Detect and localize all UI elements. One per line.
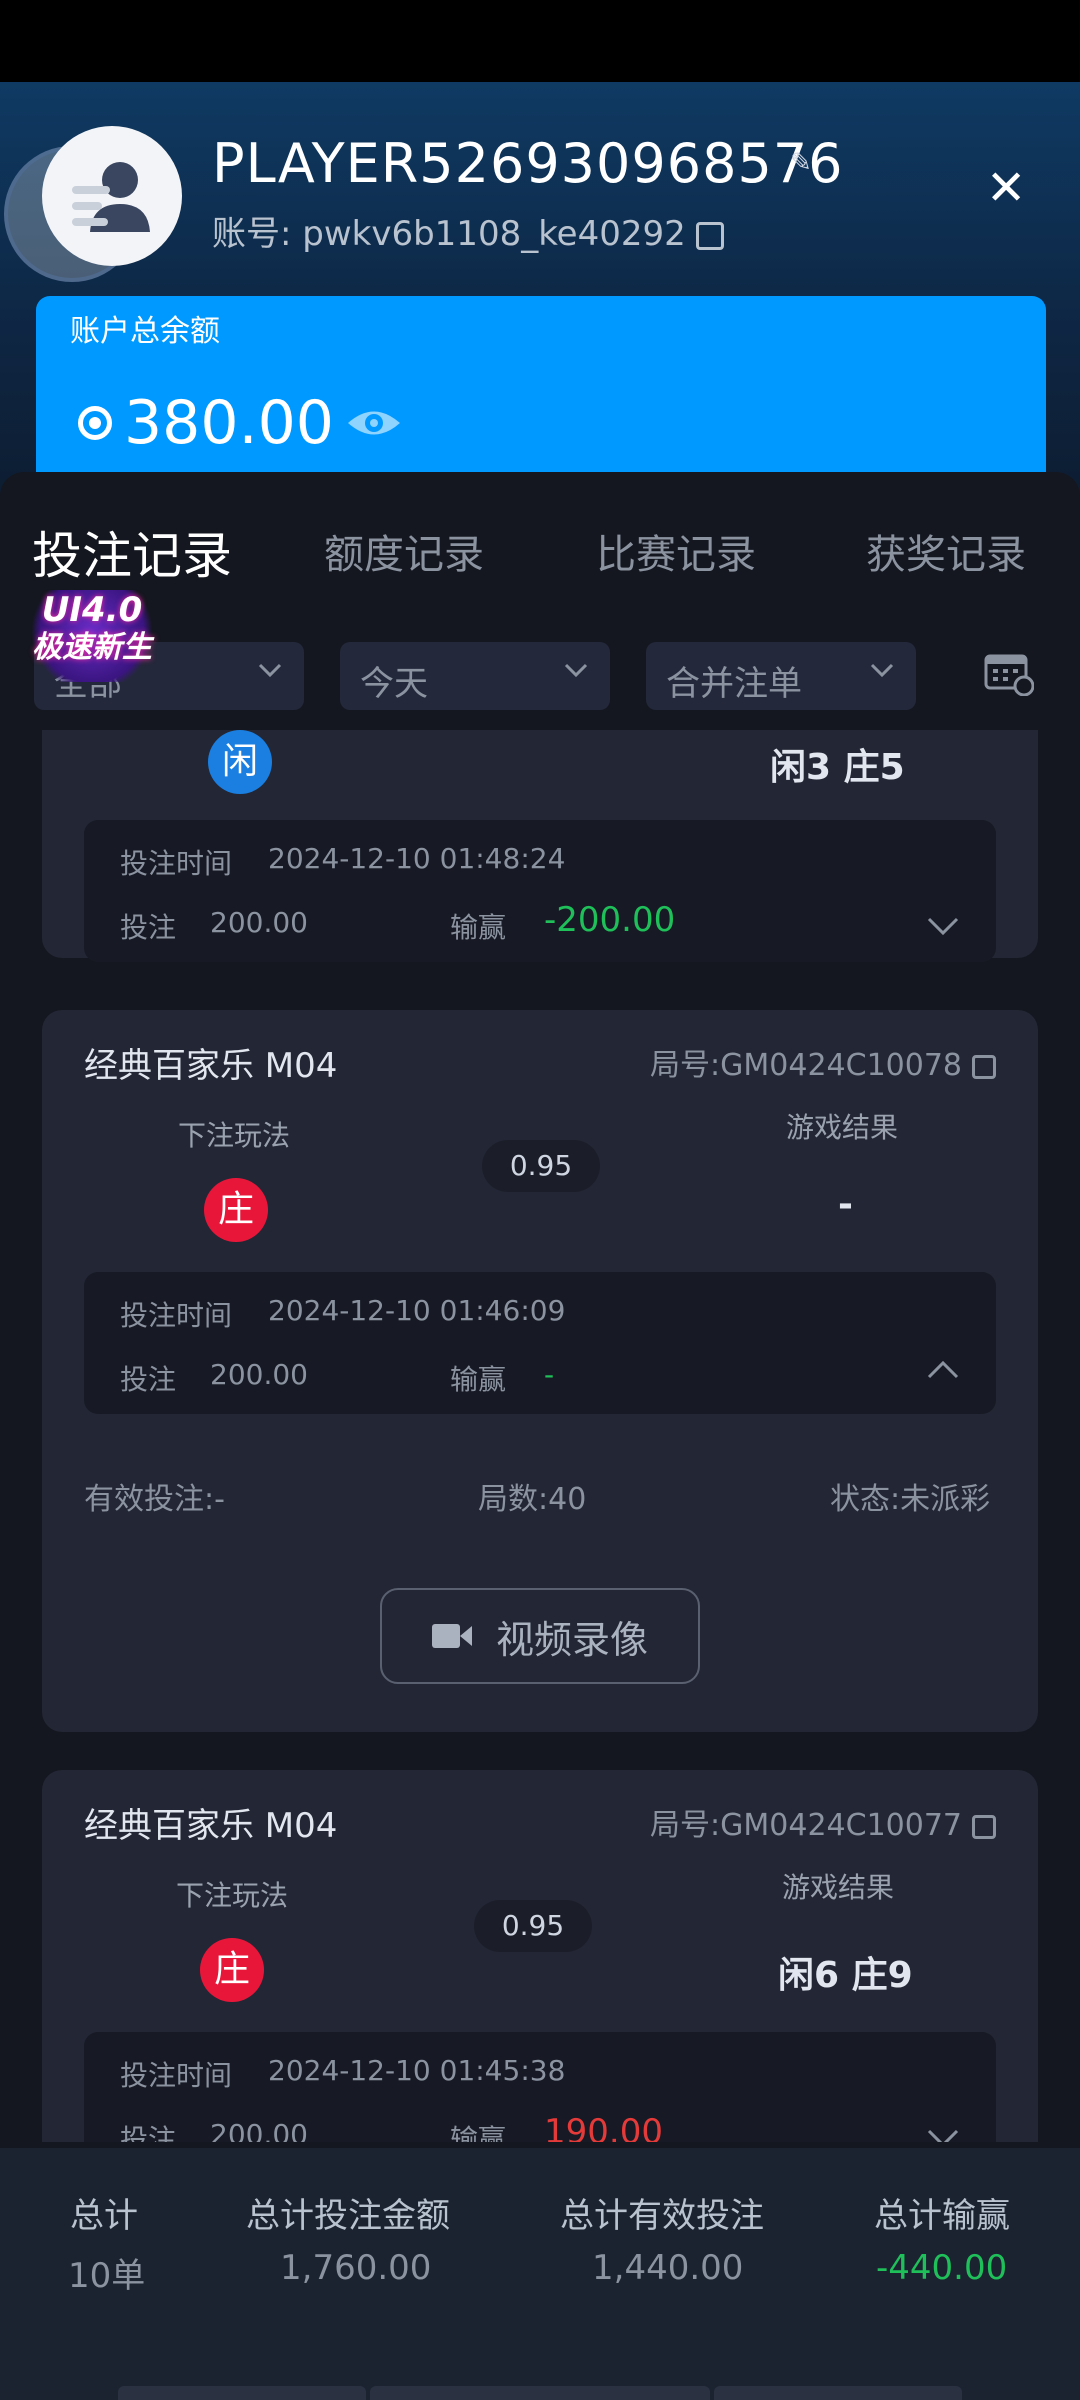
records-panel: 投注记录 额度记录 比赛记录 获奖记录 全部 今天 合并注单 UI4.0 极速新… xyxy=(0,472,1080,2400)
bet-time: 2024-12-10 01:46:09 xyxy=(268,1294,566,1327)
logo-line1: UI4.0 xyxy=(41,590,143,630)
eye-icon[interactable] xyxy=(346,406,402,440)
account-id: 账号: pwkv6b1108_ke40292 xyxy=(212,206,724,255)
logo-line2: 极速新生 xyxy=(32,630,152,665)
bottom-nav-segment xyxy=(370,2386,710,2400)
balance-card: 账户总余额 380.00 xyxy=(36,296,1046,496)
player-name: PLAYER526930968576 xyxy=(212,132,844,195)
filter-merge-label: 合并注单 xyxy=(666,664,802,704)
copy-icon[interactable] xyxy=(972,1054,996,1079)
chevron-down-icon[interactable] xyxy=(926,914,960,938)
tab-bet-records[interactable]: 投注记录 xyxy=(32,516,232,588)
game-result: 闲6 庄9 xyxy=(778,1955,913,1996)
edit-icon[interactable]: ✎ xyxy=(790,148,818,178)
bet-amount: 200.00 xyxy=(210,906,308,939)
play-label: 下注玩法 xyxy=(178,1119,291,1152)
close-button[interactable]: ✕ xyxy=(986,164,1026,212)
time-label: 投注时间 xyxy=(120,847,233,880)
round-number: 局号:GM0424C10077 xyxy=(650,1800,996,1844)
result-label: 游戏结果 xyxy=(786,1111,899,1144)
win-label: 输赢 xyxy=(450,911,507,944)
banker-badge: 庄 xyxy=(200,1938,264,2002)
chevron-down-icon xyxy=(870,663,894,678)
avatar[interactable] xyxy=(42,126,182,266)
odds-value: 0.95 xyxy=(474,1900,592,1952)
game-result: 闲3 庄5 xyxy=(770,747,905,788)
video-button[interactable]: 视频录像 xyxy=(380,1588,700,1684)
game-name: 经典百家乐 M04 xyxy=(84,1046,338,1086)
status-bar xyxy=(0,0,1080,82)
win-amount: -200.00 xyxy=(544,900,676,940)
summary-header-bet: 总计投注金额 xyxy=(246,2196,450,2236)
balance-label: 账户总余额 xyxy=(70,314,220,349)
bet-detail[interactable]: 投注时间 2024-12-10 01:48:24 投注 200.00 输赢 -2… xyxy=(84,820,996,962)
time-label: 投注时间 xyxy=(120,1299,233,1332)
video-label: 视频录像 xyxy=(495,1617,648,1662)
account-text: 账号: pwkv6b1108_ke40292 xyxy=(212,214,686,254)
game-result: - xyxy=(838,1184,853,1225)
summary-winloss-total: -440.00 xyxy=(876,2248,1008,2288)
chevron-up-icon[interactable] xyxy=(926,1358,960,1382)
copy-icon[interactable] xyxy=(972,1814,996,1839)
record-list: 闲 闲3 庄5 投注时间 2024-12-10 01:48:24 投注 200.… xyxy=(0,730,1080,2142)
payout-status: 状态:未派彩 xyxy=(830,1482,991,1517)
copy-icon[interactable] xyxy=(695,221,724,250)
summary-header-count: 总计 xyxy=(70,2196,138,2236)
round-text: 局号:GM0424C10077 xyxy=(650,1808,962,1843)
tab-credit-records[interactable]: 额度记录 xyxy=(324,522,484,580)
record-tabs: 投注记录 额度记录 比赛记录 获奖记录 xyxy=(0,472,1080,632)
banker-badge: 庄 xyxy=(204,1178,268,1242)
bottom-nav-segment xyxy=(714,2386,962,2400)
bet-detail[interactable]: 投注时间 2024-12-10 01:46:09 投注 200.00 输赢 - xyxy=(84,1272,996,1414)
summary-valid-total: 1,440.00 xyxy=(592,2248,744,2288)
record-card: 经典百家乐 M04 局号:GM0424C10077 下注玩法 庄 0.95 游戏… xyxy=(42,1770,1038,2142)
summary-footer: 总计 总计投注金额 总计有效投注 总计输赢 10单 1,760.00 1,440… xyxy=(0,2148,1080,2400)
record-card: 闲 闲3 庄5 投注时间 2024-12-10 01:48:24 投注 200.… xyxy=(42,730,1038,962)
video-camera-icon xyxy=(431,1624,472,1648)
bet-time: 2024-12-10 01:45:38 xyxy=(268,2054,566,2087)
player-badge: 闲 xyxy=(208,730,272,794)
summary-header-valid: 总计有效投注 xyxy=(560,2196,764,2236)
chevron-down-icon[interactable] xyxy=(926,2126,960,2142)
play-label: 下注玩法 xyxy=(176,1879,289,1912)
win-amount: - xyxy=(544,1358,555,1391)
summary-bet-total: 1,760.00 xyxy=(280,2248,432,2288)
result-label: 游戏结果 xyxy=(782,1871,895,1904)
filter-date-label: 今天 xyxy=(360,664,428,704)
bet-amount: 200.00 xyxy=(210,1358,308,1391)
bet-label: 投注 xyxy=(120,1363,177,1396)
win-label: 输赢 xyxy=(450,2123,507,2142)
record-card: 经典百家乐 M04 局号:GM0424C10078 下注玩法 庄 0.95 游戏… xyxy=(42,1010,1038,1732)
summary-count: 10单 xyxy=(68,2256,146,2296)
filter-merge[interactable]: 合并注单 xyxy=(646,642,916,710)
odds-value: 0.95 xyxy=(482,1140,600,1192)
time-label: 投注时间 xyxy=(120,2059,233,2092)
bet-label: 投注 xyxy=(120,911,177,944)
tab-match-records[interactable]: 比赛记录 xyxy=(596,522,756,580)
tab-prize-records[interactable]: 获奖记录 xyxy=(866,522,1026,580)
bet-label: 投注 xyxy=(120,2123,177,2142)
game-name: 经典百家乐 M04 xyxy=(84,1806,338,1846)
balance-value: 380.00 xyxy=(124,388,334,458)
bet-time: 2024-12-10 01:48:24 xyxy=(268,842,566,875)
filter-date[interactable]: 今天 xyxy=(340,642,610,710)
bottom-nav-segment xyxy=(118,2386,366,2400)
coin-icon xyxy=(78,406,112,440)
summary-header-winloss: 总计输赢 xyxy=(874,2196,1010,2236)
round-count: 局数:40 xyxy=(478,1482,587,1517)
valid-bet: 有效投注:- xyxy=(84,1482,225,1517)
bet-detail[interactable]: 投注时间 2024-12-10 01:45:38 投注 200.00 输赢 19… xyxy=(84,2032,996,2142)
round-number: 局号:GM0424C10078 xyxy=(650,1040,996,1084)
bet-amount: 200.00 xyxy=(210,2118,308,2142)
round-text: 局号:GM0424C10078 xyxy=(650,1048,962,1083)
balance-row: 380.00 xyxy=(78,388,402,458)
win-amount: 190.00 xyxy=(544,2112,663,2142)
win-label: 输赢 xyxy=(450,1363,507,1396)
chevron-down-icon xyxy=(564,663,588,678)
user-icon xyxy=(72,162,150,232)
calendar-icon[interactable] xyxy=(984,650,1034,696)
chevron-down-icon xyxy=(258,663,282,678)
ui40-logo: UI4.0 极速新生 xyxy=(22,590,162,682)
